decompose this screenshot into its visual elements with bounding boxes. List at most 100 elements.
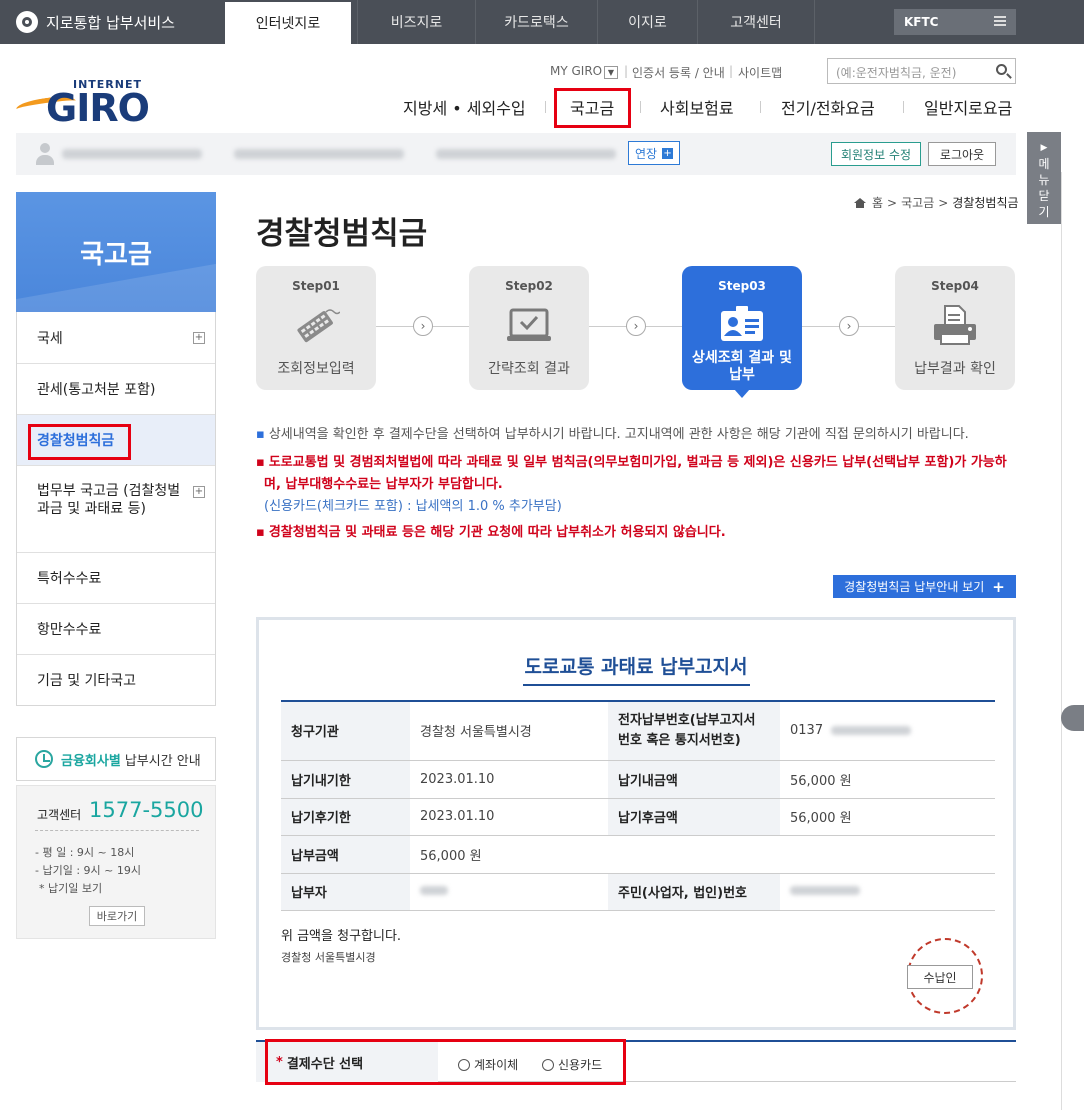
step-number: Step03 [718,279,766,293]
electronic-pay-number: 0137 [790,723,824,739]
notice-2-cont: 며, 납부대행수수료는 납부자가 부담합니다. [264,474,503,495]
blurred-login-info [234,149,404,159]
cell-value: 56,000 원 [420,848,482,864]
sidebar-item-funds-other[interactable]: 기금 및 기타국고 [17,654,215,705]
clock-icon [35,750,53,768]
sidebar-item-justice-ministry[interactable]: 법무부 국고금 (검찰청벌과금 및 과태료 등) + [17,465,215,552]
notice-text: 며, 납부대행수수료는 납부자가 부담합니다. [264,477,503,492]
breadcrumb-level1[interactable]: 국고금 [901,194,934,211]
receipt-stamp: 수납인 [907,938,983,1014]
cell-value: 56,000 원 [790,811,852,826]
search-icon[interactable] [996,64,1007,75]
sidebar-title: 국고금 [16,192,216,312]
sidebar-item-patent-fee[interactable]: 특허수수료 [17,552,215,603]
brand-label: 지로통합 납부서비스 [46,13,175,32]
printer-icon [934,305,976,345]
giro-logo[interactable]: INTERNET GIRO [15,76,150,130]
step-label-line2: 납부 [729,367,755,383]
extend-session-button[interactable]: 연장 + [628,141,681,165]
step-1: Step01 조회정보입력 [256,266,376,390]
chevron-right-icon: › [413,316,433,336]
sitemap-link[interactable]: 사이트맵 [738,64,782,81]
gnb-utility-bills[interactable]: 전기/전화요금 [781,95,875,119]
kftc-label: KFTC [904,15,939,29]
sidebar-item-national-tax[interactable]: 국세 + [17,312,215,363]
payment-guide-button[interactable]: 경찰청범칙금 납부안내 보기 + [833,575,1016,598]
chevron-right-icon: › [839,316,859,336]
sidebar-item-label: 국세 [37,330,63,347]
cert-link[interactable]: 인증서 등록 / 안내 [632,64,725,81]
stamp-label: 수납인 [907,965,973,989]
expand-plus-icon[interactable]: + [193,331,205,344]
step-label: 조회정보입력 [277,361,355,377]
breadcrumb-home[interactable]: 홈 [872,194,883,211]
menu-close-char: 뉴 [1038,173,1050,187]
blurred-reg-number [790,886,860,895]
blurred-user-info [62,149,202,159]
kftc-menu[interactable]: KFTC [894,9,1016,35]
cell-value [410,873,608,910]
chevron-down-icon[interactable]: ▼ [604,66,618,79]
panel-scroll-knob[interactable] [1061,705,1084,731]
step-label: 상세조회 결과 및 납부 [682,350,802,384]
cell-label: 청구기관 [281,702,410,760]
cell-value: 경찰청 서울특별시경 [420,725,532,741]
sidebar-item-customs[interactable]: 관세(통고처분 포함) [17,363,215,414]
highlight-box [265,1039,626,1085]
breadcrumb-sep: > [938,195,949,210]
cs-weekday-hours: - 평 일 : 9시 ~ 18시 [35,846,135,859]
my-giro-link[interactable]: MY GIRO [550,64,602,78]
notice-1: ▪ 상세내역을 확인한 후 결제수단을 선택하여 납부하시기 바랍니다. 고지내역… [256,424,969,445]
notice-text: 상세내역을 확인한 후 결제수단을 선택하여 납부하시기 바랍니다. 고지내역에… [268,427,969,442]
search-input[interactable]: (예:운전자범칙금, 운전) [827,58,1016,84]
cell-value: 2023.01.10 [420,771,495,787]
gnb-divider [640,101,641,113]
cell-value: 0137 [780,702,995,760]
cs-phone: 1577-5500 [89,798,204,822]
tab-biz-giro[interactable]: 비즈지로 [357,0,475,44]
sidebar-menu: 국세 + 관세(통고처분 포함) 경찰청범칙금 법무부 국고금 (검찰청벌과금 … [16,312,216,706]
gnb-local-tax[interactable]: 지방세 • 세외수입 [403,95,526,119]
gnb-general-giro[interactable]: 일반지로요금 [924,95,1012,119]
bank-hours-link[interactable]: 금융회사별 납부시간 안내 [16,737,216,781]
tab-card-tax[interactable]: 카드로택스 [475,0,597,44]
notice-text: (신용카드(체크카드 포함) : 납세액의 1.0 % 추가부담) [264,499,562,514]
step-label: 납부결과 확인 [914,361,996,377]
logout-button[interactable]: 로그아웃 [928,142,996,166]
customer-center-box: 고객센터 1577-5500 - 평 일 : 9시 ~ 18시 - 납기일 : … [16,785,216,939]
tab-customer-center[interactable]: 고객센터 [697,0,815,44]
cell-label: 납부금액 [281,835,410,873]
notice-text: 도로교통법 및 경범죄처벌법에 따라 과태료 및 일부 범칙금(의무보험미가입,… [268,455,1007,470]
step-number: Step01 [292,279,340,293]
tab-internet-giro[interactable]: 인터넷지로 [225,2,351,44]
home-icon[interactable] [854,197,866,208]
breadcrumb-current: 경찰청범칙금 [952,196,1019,210]
search-placeholder: (예:운전자범칙금, 운전) [836,66,957,80]
step-label: 간략조회 결과 [488,361,570,377]
monitor-check-icon [507,308,551,341]
bullet: ▪ [256,455,265,470]
sidebar-item-port-fee[interactable]: 항만수수료 [17,603,215,654]
tab-easy-giro[interactable]: 이지로 [597,0,697,44]
expand-plus-icon[interactable]: + [193,486,205,498]
bill-table: 청구기관 경찰청 서울특별시경 전자납부번호(납부고지서 번호 혹은 통지서번호… [281,702,995,911]
sidebar-item-label: 법무부 국고금 (검찰청벌과금 및 과태료 등) [37,483,181,517]
menu-close-button[interactable]: ▶ 메 뉴 닫 기 [1027,132,1061,224]
cell-label: 주민(사업자, 법인)번호 [608,873,780,910]
menu-close-char: 닫 [1038,189,1050,203]
brand[interactable]: 지로통합 납부서비스 [16,0,175,44]
notice-2-card-fee: (신용카드(체크카드 포함) : 납세액의 1.0 % 추가부담) [264,496,562,517]
util-divider: | [624,64,629,78]
gnb-social-insurance[interactable]: 사회보험료 [660,95,734,119]
menu-close-char: 메 [1038,157,1050,171]
page-title: 경찰청범칙금 [256,216,428,252]
due-day-link[interactable]: * 납기일 보기 [39,880,102,896]
highlight-box [554,88,631,128]
logo-main-text: GIRO [46,86,150,130]
cell-label: 전자납부번호(납부고지서 번호 혹은 통지서번호) [608,702,780,760]
edit-member-info-button[interactable]: 회원정보 수정 [831,142,921,166]
payment-notice-bill: 도로교통 과태료 납부고지서 청구기관 경찰청 서울특별시경 전자납부번호(납부… [256,617,1016,1030]
go-button[interactable]: 바로가기 [89,906,145,926]
bill-claim-text: 위 금액을 청구합니다. [281,929,402,944]
cell-value: 2023.01.10 [420,809,495,824]
